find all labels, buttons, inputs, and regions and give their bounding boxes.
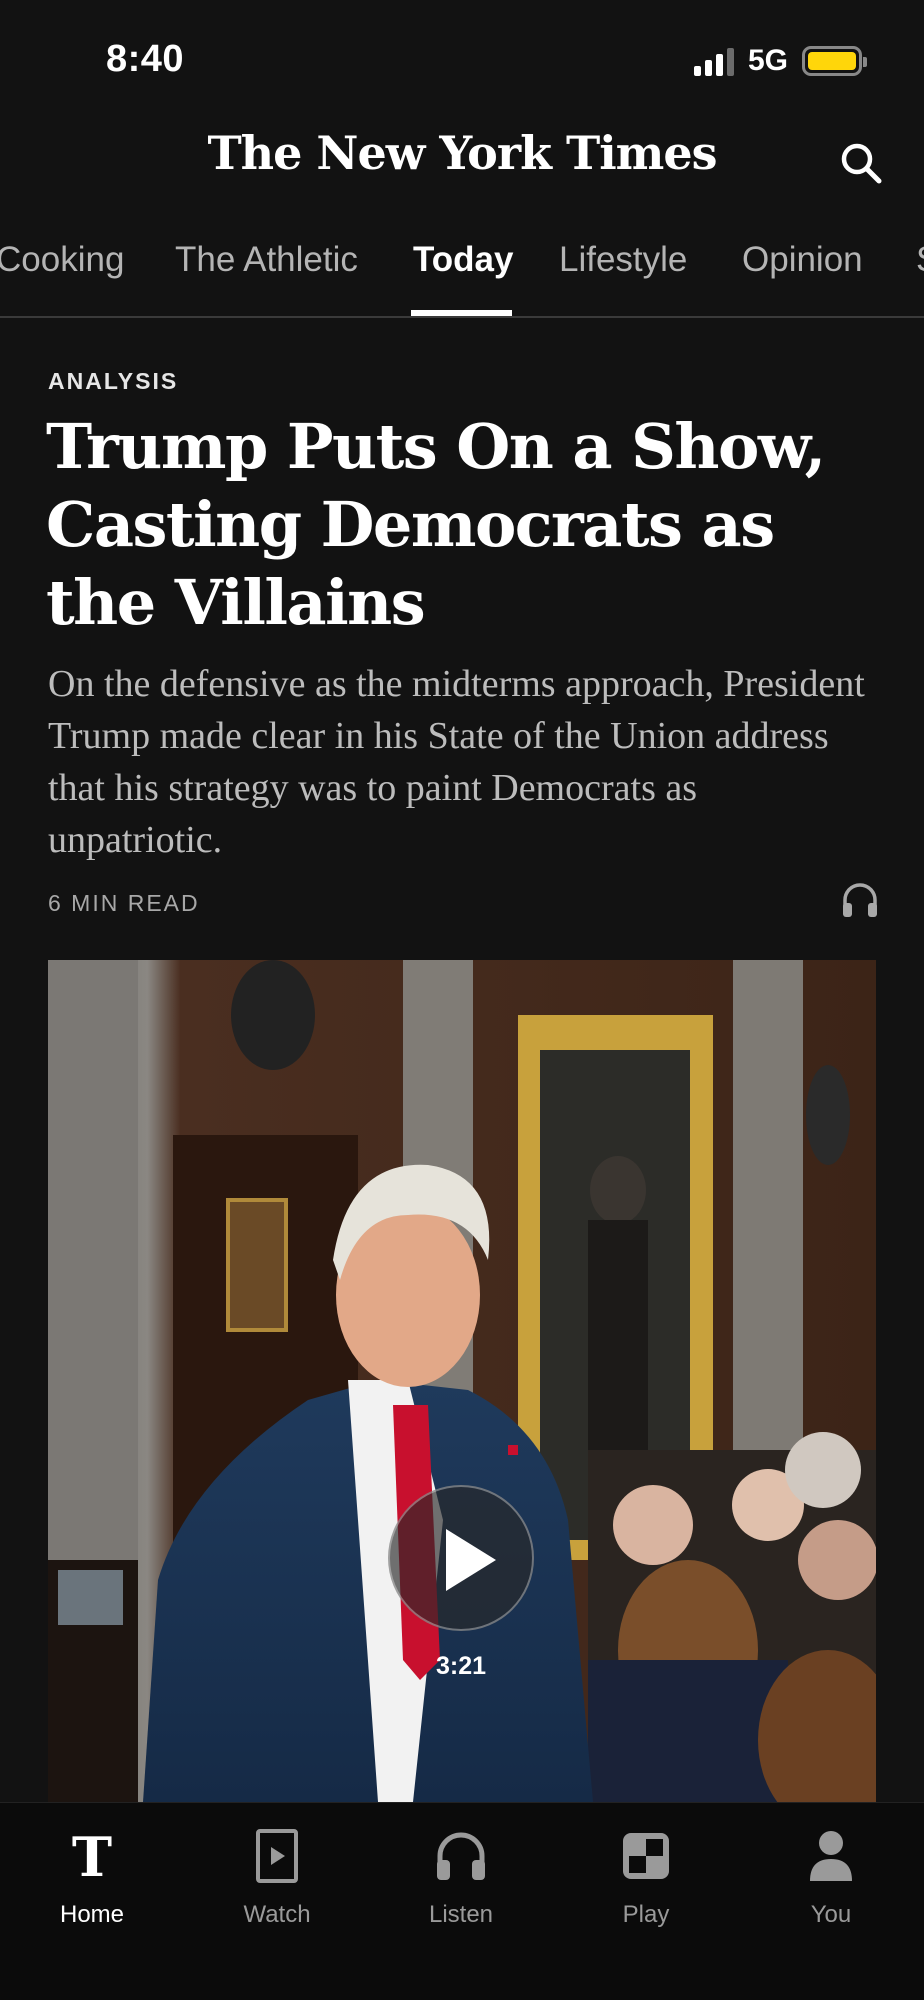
tab-opinion[interactable]: Opinion (742, 240, 863, 280)
article-headline[interactable]: Trump Puts On a Show, Casting Democrats … (46, 408, 886, 642)
nav-label-home: Home (59, 1901, 125, 1928)
section-tabs: Cooking The Athletic Today Lifestyle Opi… (0, 228, 924, 318)
tab-lifestyle[interactable]: Lifestyle (559, 240, 687, 280)
nav-home[interactable]: T Home (17, 1823, 167, 1929)
play-grid-icon (623, 1833, 669, 1879)
search-button[interactable] (836, 138, 886, 188)
svg-text:T: T (72, 1826, 112, 1886)
headphones-icon (843, 883, 877, 917)
tab-today[interactable]: Today (413, 240, 513, 280)
person-icon (810, 1831, 852, 1881)
nav-label-play: Play (622, 1901, 670, 1928)
play-video-button[interactable] (388, 1485, 534, 1631)
headphones-icon (437, 1832, 485, 1880)
active-tab-indicator (411, 310, 512, 316)
masthead: The New York Times (0, 118, 924, 196)
signal-icon (693, 46, 734, 76)
nav-play[interactable]: Play (571, 1823, 721, 1929)
read-time: 6 MIN READ (48, 890, 200, 916)
listen-article-button[interactable] (840, 880, 880, 920)
tab-s[interactable]: S (916, 240, 924, 280)
nyt-logo[interactable]: The New York Times (0, 126, 924, 180)
status-bar: 8:40 5G (0, 0, 924, 120)
battery-icon (802, 46, 867, 76)
search-icon (841, 143, 882, 184)
nav-listen[interactable]: Listen (386, 1823, 536, 1929)
video-duration: 3:21 (435, 1652, 487, 1680)
nav-label-watch: Watch (243, 1901, 311, 1928)
nav-label-you: You (810, 1901, 852, 1928)
status-indicators: 5G (693, 44, 867, 78)
nav-label-listen: Listen (428, 1901, 494, 1928)
tab-cooking[interactable]: Cooking (0, 240, 124, 280)
article-summary[interactable]: On the defensive as the midterms approac… (48, 658, 878, 866)
nav-watch[interactable]: Watch (202, 1823, 352, 1929)
nyt-t-icon: T (72, 1826, 112, 1886)
lead-video[interactable]: 3:21 (48, 960, 876, 1802)
bottom-nav: T Home Watch Listen Play You (0, 1802, 924, 2000)
watch-icon (256, 1829, 298, 1883)
article-kicker: ANALYSIS (48, 368, 179, 394)
nav-you[interactable]: You (756, 1823, 906, 1929)
tab-the-athletic[interactable]: The Athletic (175, 240, 358, 280)
network-type: 5G (747, 44, 788, 77)
status-time: 8:40 (106, 38, 185, 80)
